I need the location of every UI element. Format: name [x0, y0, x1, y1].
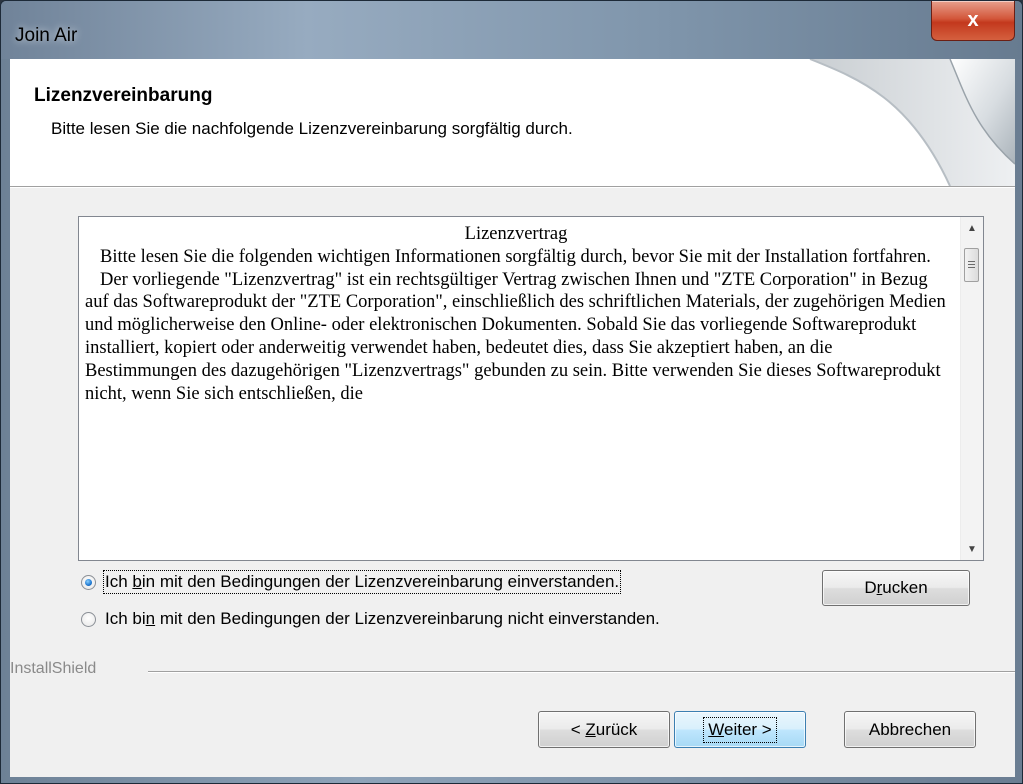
accept-radio-button[interactable]	[81, 574, 96, 590]
license-paragraph: Bitte lesen Sie die folgenden wichtigen …	[100, 246, 931, 267]
dialog-client-area: Lizenzvereinbarung Bitte lesen Sie die n…	[10, 59, 1015, 777]
page-title: Lizenzvereinbarung	[34, 85, 213, 106]
license-title: Lizenzvertrag	[464, 224, 568, 244]
scroll-up-arrow-icon[interactable]: ▲	[961, 217, 983, 239]
scroll-thumb[interactable]	[964, 248, 979, 282]
close-icon: x	[967, 9, 979, 31]
decline-radio-button[interactable]	[81, 611, 96, 627]
footer-divider	[148, 671, 1015, 673]
cancel-button-label: Abbrechen	[868, 719, 952, 739]
scroll-down-arrow-icon[interactable]: ▼	[961, 538, 983, 560]
accept-radio-option[interactable]: Ich bin mit den Bedingungen der Lizenzve…	[81, 570, 622, 594]
window-title: Join Air	[15, 25, 78, 46]
accept-radio-label[interactable]: Ich bin mit den Bedingungen der Lizenzve…	[102, 570, 622, 594]
dialog-header: Lizenzvereinbarung Bitte lesen Sie die n…	[10, 59, 1015, 187]
installer-window: Join Air x Lizenzvereinbarung Bitte lese…	[0, 0, 1023, 784]
close-button[interactable]: x	[931, 1, 1015, 41]
page-curl-graphic-icon	[809, 59, 1015, 186]
cancel-button[interactable]: Abbrechen	[844, 711, 976, 748]
print-button[interactable]: Drucken	[822, 570, 970, 606]
title-bar[interactable]: Join Air x	[1, 1, 1022, 59]
back-button[interactable]: < Zurück	[538, 711, 670, 748]
header-separator	[10, 187, 1015, 188]
back-button-label: < Zurück	[570, 719, 638, 739]
license-text-box[interactable]: Lizenzvertrag Bitte lesen Sie die folgen…	[78, 216, 984, 561]
next-button[interactable]: Weiter >	[674, 711, 806, 748]
license-content: Lizenzvertrag Bitte lesen Sie die folgen…	[85, 223, 947, 405]
print-button-label: Drucken	[864, 578, 928, 597]
installshield-brand: InstallShield	[10, 660, 97, 677]
decline-radio-option[interactable]: Ich bin mit den Bedingungen der Lizenzve…	[81, 607, 660, 631]
decline-radio-label[interactable]: Ich bin mit den Bedingungen der Lizenzve…	[105, 609, 660, 629]
next-button-label: Weiter >	[703, 716, 777, 743]
license-paragraph: Der vorliegende "Lizenzvertrag" ist ein …	[85, 269, 946, 404]
grip-icon	[968, 260, 975, 270]
license-scrollbar[interactable]: ▲ ▼	[960, 217, 983, 560]
page-subtitle: Bitte lesen Sie die nachfolgende Lizenzv…	[51, 119, 573, 138]
